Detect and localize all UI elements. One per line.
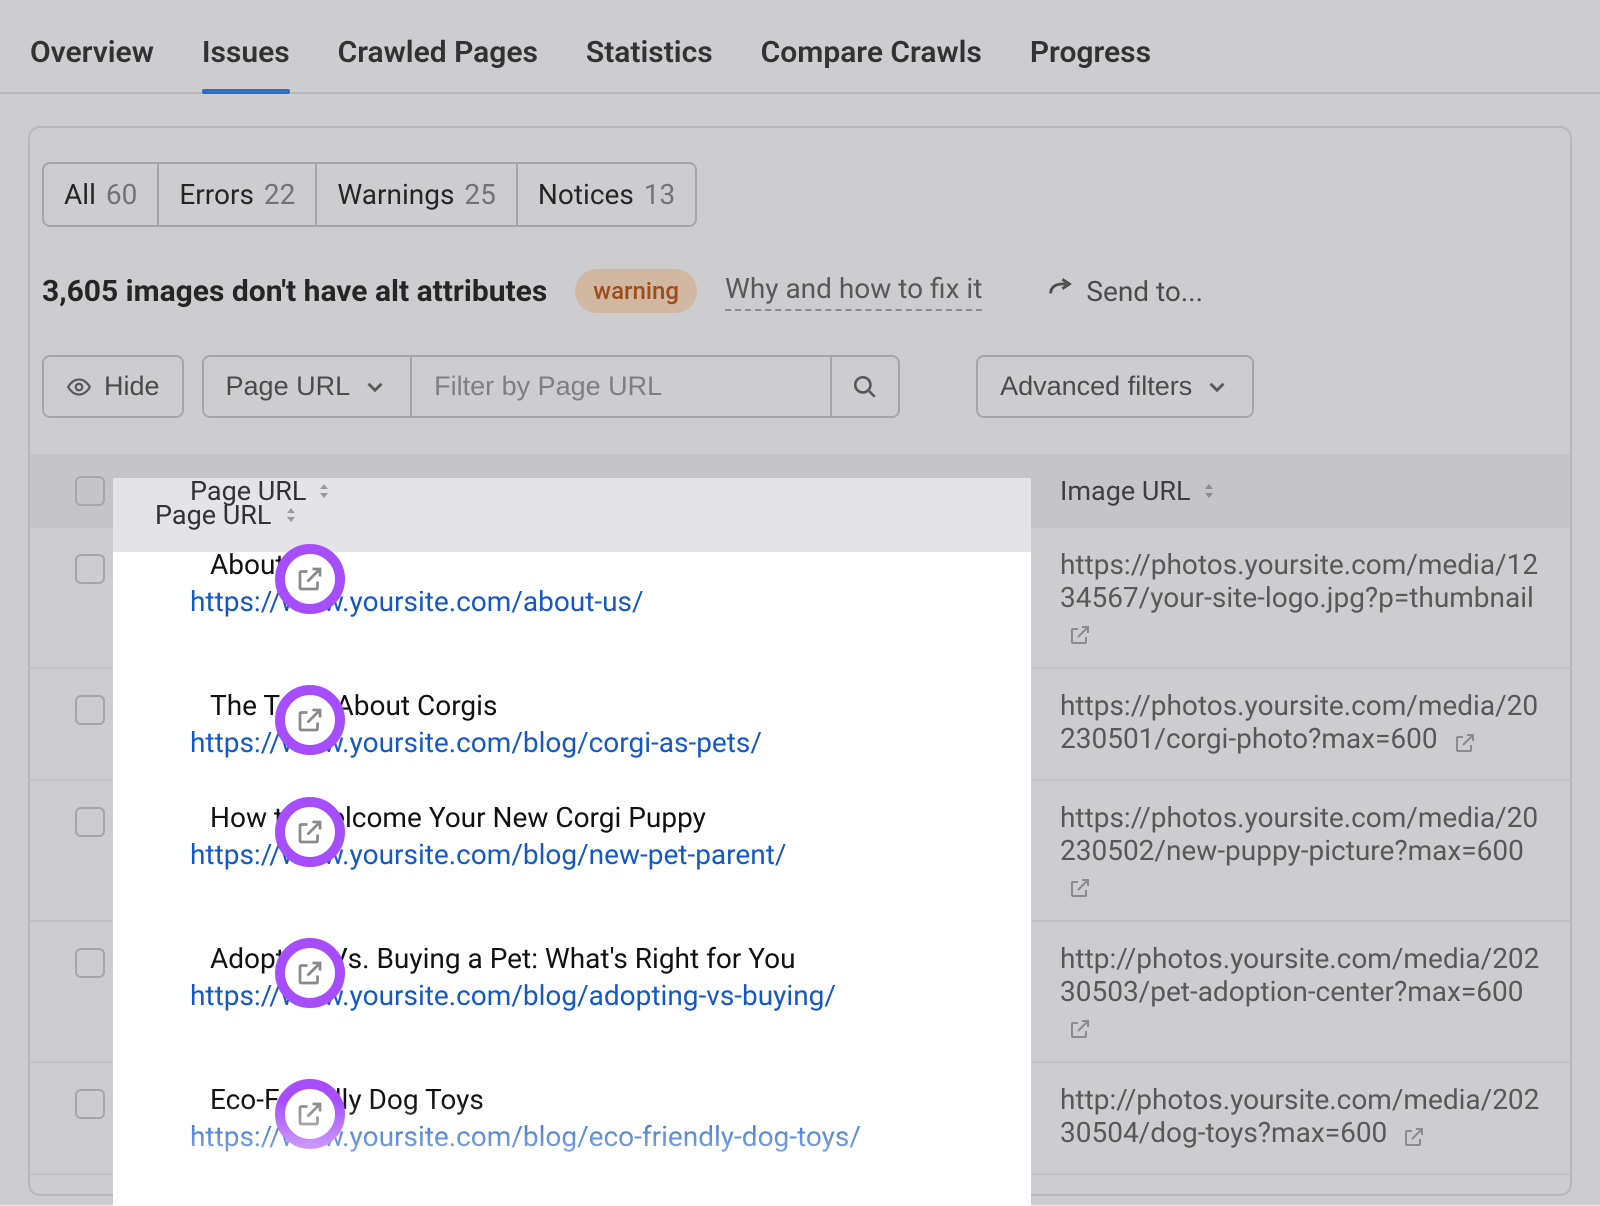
why-and-how-link[interactable]: Why and how to fix it — [725, 272, 982, 311]
external-link-icon[interactable] — [1453, 729, 1477, 753]
send-to-label: Send to... — [1086, 275, 1203, 308]
th-checkbox — [30, 476, 150, 506]
issue-headline-row: 3,605 images don't have alt attributes w… — [42, 269, 1570, 313]
select-all-checkbox[interactable] — [75, 476, 105, 506]
results-table: Page URL Image URL About Us htt — [30, 454, 1570, 1175]
table-row: The Truth About Corgis https://www.yours… — [30, 669, 1570, 781]
hide-label: Hide — [104, 371, 160, 402]
table-header: Page URL Image URL — [30, 454, 1570, 528]
chip-count: 25 — [464, 178, 495, 211]
row-image-url: http://photos.yoursite.com/media/2023050… — [1060, 942, 1539, 1008]
issue-headline: 3,605 images don't have alt attributes — [42, 274, 547, 309]
search-button[interactable] — [832, 355, 900, 418]
toolbar: Hide Page URL Advanced filters — [42, 355, 1570, 418]
row-checkbox[interactable] — [75, 554, 105, 584]
chip-label: All — [64, 178, 96, 211]
top-nav-tabs: Overview Issues Crawled Pages Statistics… — [0, 0, 1600, 94]
chip-all[interactable]: All 60 — [42, 162, 159, 227]
row-page-title: The Truth About Corgis — [210, 689, 497, 722]
search-icon — [852, 374, 878, 400]
status-badge: warning — [575, 269, 697, 313]
chip-count: 13 — [644, 178, 675, 211]
row-checkbox[interactable] — [75, 948, 105, 978]
external-link-highlight — [275, 797, 345, 867]
chip-count: 22 — [264, 178, 295, 211]
filter-chip-row: All 60 Errors 22 Warnings 25 Notices 13 — [42, 162, 1570, 227]
advanced-filters-button[interactable]: Advanced filters — [976, 355, 1254, 418]
row-image-url: https://photos.yoursite.com/media/123456… — [1060, 548, 1538, 614]
external-link-icon[interactable] — [295, 958, 325, 988]
issues-panel: All 60 Errors 22 Warnings 25 Notices 13 … — [28, 126, 1572, 1196]
filter-input[interactable] — [412, 355, 832, 418]
tab-overview[interactable]: Overview — [30, 35, 154, 92]
tab-crawled-pages[interactable]: Crawled Pages — [338, 35, 538, 92]
chip-label: Notices — [538, 178, 634, 211]
hide-button[interactable]: Hide — [42, 355, 184, 418]
sort-icon — [1199, 481, 1219, 501]
chip-warnings[interactable]: Warnings 25 — [317, 162, 518, 227]
external-link-icon[interactable] — [1068, 1015, 1092, 1039]
send-to-button[interactable]: Send to... — [1046, 275, 1203, 308]
column-filter-group: Page URL — [202, 355, 901, 418]
chip-notices[interactable]: Notices 13 — [518, 162, 697, 227]
external-link-icon[interactable] — [295, 1099, 325, 1129]
row-image-url: https://photos.yoursite.com/media/202305… — [1060, 801, 1538, 867]
column-select[interactable]: Page URL — [202, 355, 413, 418]
row-page-title: Eco-Friendly Dog Toys — [210, 1083, 484, 1116]
tab-compare-crawls[interactable]: Compare Crawls — [761, 35, 982, 92]
chip-count: 60 — [106, 178, 137, 211]
external-link-icon[interactable] — [295, 705, 325, 735]
chevron-down-icon — [362, 374, 388, 400]
external-link-highlight — [275, 544, 345, 614]
table-row: How to Welcome Your New Corgi Puppy http… — [30, 781, 1570, 922]
external-link-highlight — [275, 1079, 345, 1149]
th-page-url[interactable]: Page URL — [150, 475, 1050, 507]
row-checkbox[interactable] — [75, 1089, 105, 1119]
eye-icon — [66, 374, 92, 400]
sort-icon — [314, 481, 334, 501]
row-checkbox[interactable] — [75, 695, 105, 725]
th-image-url[interactable]: Image URL — [1050, 475, 1570, 507]
external-link-icon[interactable] — [295, 564, 325, 594]
row-checkbox[interactable] — [75, 807, 105, 837]
th-page-url-label: Page URL — [190, 475, 306, 507]
table-row: Adopting Vs. Buying a Pet: What's Right … — [30, 922, 1570, 1063]
external-link-icon[interactable] — [1068, 621, 1092, 645]
column-select-label: Page URL — [226, 371, 351, 402]
tab-issues[interactable]: Issues — [202, 35, 290, 92]
chip-label: Warnings — [337, 178, 454, 211]
row-image-url: http://photos.yoursite.com/media/2023050… — [1060, 1083, 1539, 1149]
chip-label: Errors — [179, 178, 254, 211]
table-row: Eco-Friendly Dog Toys https://www.yoursi… — [30, 1063, 1570, 1175]
external-link-highlight — [275, 938, 345, 1008]
chevron-down-icon — [1204, 374, 1230, 400]
external-link-icon[interactable] — [1402, 1123, 1426, 1147]
chip-errors[interactable]: Errors 22 — [159, 162, 317, 227]
advanced-label: Advanced filters — [1000, 371, 1192, 402]
tab-statistics[interactable]: Statistics — [586, 35, 713, 92]
external-link-icon[interactable] — [295, 817, 325, 847]
tab-progress[interactable]: Progress — [1030, 35, 1151, 92]
table-row: About Us https://www.yoursite.com/about-… — [30, 528, 1570, 669]
external-link-icon[interactable] — [1068, 874, 1092, 898]
th-image-url-label: Image URL — [1060, 475, 1191, 507]
share-arrow-icon — [1046, 277, 1074, 305]
external-link-highlight — [275, 685, 345, 755]
